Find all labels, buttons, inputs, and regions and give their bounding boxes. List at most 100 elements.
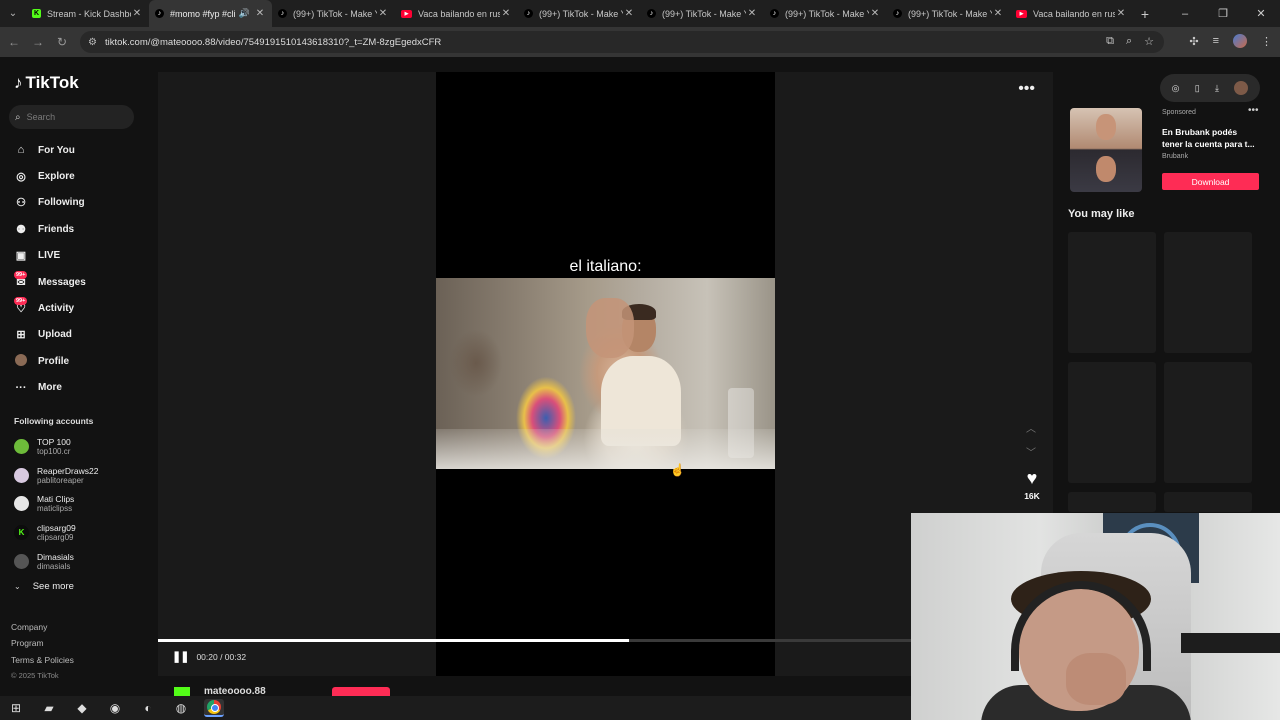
close-tab-icon[interactable]: ✕	[869, 8, 881, 19]
close-tab-icon[interactable]: ✕	[131, 8, 143, 19]
suggested-video[interactable]	[1164, 492, 1252, 512]
following-account[interactable]: Mati Clips maticlipss	[14, 490, 154, 519]
like-count: 16K	[1024, 491, 1040, 501]
back-icon[interactable]: ←	[2, 35, 26, 49]
user-avatar[interactable]	[1234, 81, 1249, 95]
restore-icon[interactable]: ❐	[1204, 7, 1242, 20]
pause-icon[interactable]: ❚❚	[172, 650, 189, 663]
download-icon[interactable]: ⤓	[1215, 83, 1219, 94]
close-tab-icon[interactable]: ✕	[254, 8, 266, 19]
sidebar-item-label: Activity	[38, 303, 75, 315]
footer-link-program[interactable]: Program	[11, 635, 74, 651]
home-icon: ⌂	[17, 144, 25, 157]
footer-link-company[interactable]: Company	[11, 619, 74, 635]
extensions-icon[interactable]: ✣	[1189, 35, 1198, 48]
discord-icon[interactable]: ◐	[138, 699, 158, 717]
browser-tab[interactable]: ♪ #momo #fyp #cli 🔊 ✕	[149, 0, 272, 27]
browser-tab[interactable]: K Stream - Kick Dashbo ✕	[26, 0, 149, 27]
search-input[interactable]	[26, 112, 117, 122]
browser-tab[interactable]: ♪ (99+) TikTok - Make Y ✕	[518, 0, 641, 27]
file-explorer-icon[interactable]: ▰	[39, 699, 59, 717]
site-info-icon[interactable]: ⚙	[88, 37, 97, 48]
ad-thumbnail[interactable]	[1070, 108, 1142, 192]
ad-download-button[interactable]: Download	[1162, 173, 1259, 190]
browser-tab[interactable]: ♪ (99+) TikTok - Make Y ✕	[641, 0, 764, 27]
close-tab-icon[interactable]: ✕	[992, 8, 1004, 19]
bookmark-star-icon[interactable]: ☆	[1144, 35, 1154, 48]
suggested-video[interactable]	[1164, 362, 1252, 483]
close-tab-icon[interactable]: ✕	[1115, 8, 1127, 19]
browser-tab[interactable]: ♪ (99+) TikTok - Make Y ✕	[272, 0, 395, 27]
reload-icon[interactable]: ↻	[50, 35, 74, 49]
close-window-icon[interactable]: ✕	[1242, 7, 1280, 20]
browser-menu-icon[interactable]: ⋮	[1261, 35, 1272, 48]
browser-tab[interactable]: ▶ Vaca bailando en rus ✕	[1010, 0, 1133, 27]
player-controls: ❚❚ 00:20 / 00:32	[172, 650, 246, 663]
following-account[interactable]: Dimasials dimasials	[14, 547, 154, 576]
close-tab-icon[interactable]: ✕	[746, 8, 758, 19]
tab-title: #momo #fyp #cli	[170, 8, 236, 19]
following-account[interactable]: ReaperDraws22 pablitoreaper	[14, 461, 154, 490]
sidebar-item-explore[interactable]: ◎ Explore	[14, 163, 154, 189]
minecraft-icon[interactable]: ◆	[72, 699, 92, 717]
window-controls: – ❐ ✕	[1166, 0, 1280, 27]
browser-tabstrip: ⌄ K Stream - Kick Dashbo ✕ ♪ #momo #fyp #cli…	[0, 0, 1280, 27]
address-bar[interactable]: ⚙ tiktok.com/@mateoooo.88/video/75491915…	[80, 31, 1164, 53]
following-account[interactable]: TOP 100 top100.cr	[14, 432, 154, 461]
media-controls-icon[interactable]: ≡	[1213, 35, 1219, 47]
suggested-video[interactable]	[1068, 492, 1156, 512]
forward-icon[interactable]: →	[26, 35, 50, 49]
sidebar-item-profile[interactable]: Profile	[14, 348, 154, 374]
sidebar-item-messages[interactable]: ✉ 99+ Messages	[14, 269, 154, 295]
sidebar-item-friends[interactable]: ⚉ Friends	[14, 216, 154, 242]
suggested-video[interactable]	[1068, 362, 1156, 483]
sidebar-item-more[interactable]: ··· More	[14, 375, 154, 401]
zoom-icon[interactable]: ⌕	[1126, 35, 1132, 48]
tiktok-logo[interactable]: ♪ TikTok	[14, 73, 79, 93]
video-canvas[interactable]: el italiano:	[436, 72, 775, 676]
device-icon[interactable]: ▯	[1195, 83, 1200, 94]
sidebar-item-following[interactable]: ⚇ Following	[14, 190, 154, 216]
see-more-button[interactable]: ⌄ See more	[14, 581, 74, 592]
browser-tab[interactable]: ▶ Vaca bailando en rus ✕	[395, 0, 518, 27]
browser-tab[interactable]: ♪ (99+) TikTok - Make Y ✕	[764, 0, 887, 27]
ad-options-icon[interactable]: •••	[1248, 105, 1259, 116]
tab-search-icon[interactable]: ⌄	[0, 0, 26, 27]
search-box[interactable]: ⌕	[9, 105, 134, 129]
author-avatar[interactable]	[174, 687, 190, 696]
sidebar-item-activity[interactable]: ♡ 99+ Activity	[14, 295, 154, 321]
close-tab-icon[interactable]: ✕	[500, 8, 512, 19]
tab-title: (99+) TikTok - Make Y	[662, 8, 746, 19]
more-options-icon[interactable]: •••	[1018, 80, 1035, 98]
windows-start-icon[interactable]: ⊞	[6, 699, 26, 717]
chrome-icon[interactable]	[204, 699, 224, 717]
account-name: Mati Clips	[37, 494, 75, 505]
sidebar-item-upload[interactable]: ⊞ Upload	[14, 322, 154, 348]
browser-profile-avatar[interactable]	[1233, 34, 1247, 48]
account-username: top100.cr	[37, 446, 71, 456]
previous-video-icon[interactable]: ︿	[1024, 418, 1038, 442]
tab-audio-icon[interactable]: 🔊	[239, 8, 250, 19]
ad-brand: Brubank	[1162, 153, 1189, 160]
browser-tab[interactable]: ♪ (99+) TikTok - Make Y ✕	[887, 0, 1010, 27]
new-tab-button[interactable]: +	[1133, 6, 1157, 22]
like-button[interactable]: ♥ 16K	[1020, 468, 1044, 501]
sidebar-item-for-you[interactable]: ⌂ For You	[14, 137, 154, 163]
close-tab-icon[interactable]: ✕	[377, 8, 389, 19]
close-tab-icon[interactable]: ✕	[623, 8, 635, 19]
notification-badge: 99+	[14, 270, 28, 279]
obs-icon[interactable]: ◍	[171, 699, 191, 717]
coins-icon[interactable]: ◎	[1172, 83, 1180, 94]
following-account[interactable]: Kclipsarg09 clipsarg09	[14, 518, 154, 547]
suggested-video[interactable]	[1068, 232, 1156, 353]
video-progress-bar[interactable]	[158, 639, 911, 642]
minimize-icon[interactable]: –	[1166, 8, 1204, 20]
steam-icon[interactable]: ◉	[105, 699, 125, 717]
follow-button[interactable]	[332, 687, 390, 696]
sidebar-item-live[interactable]: ▣ LIVE	[14, 243, 154, 269]
suggested-video[interactable]	[1164, 232, 1252, 353]
next-video-icon[interactable]: ﹀	[1024, 442, 1038, 466]
ad-title[interactable]: En Brubank podés tener la cuenta para t.…	[1162, 126, 1260, 150]
footer-link-terms[interactable]: Terms & Policies	[11, 652, 74, 668]
install-app-icon[interactable]: ⧉	[1106, 35, 1114, 48]
